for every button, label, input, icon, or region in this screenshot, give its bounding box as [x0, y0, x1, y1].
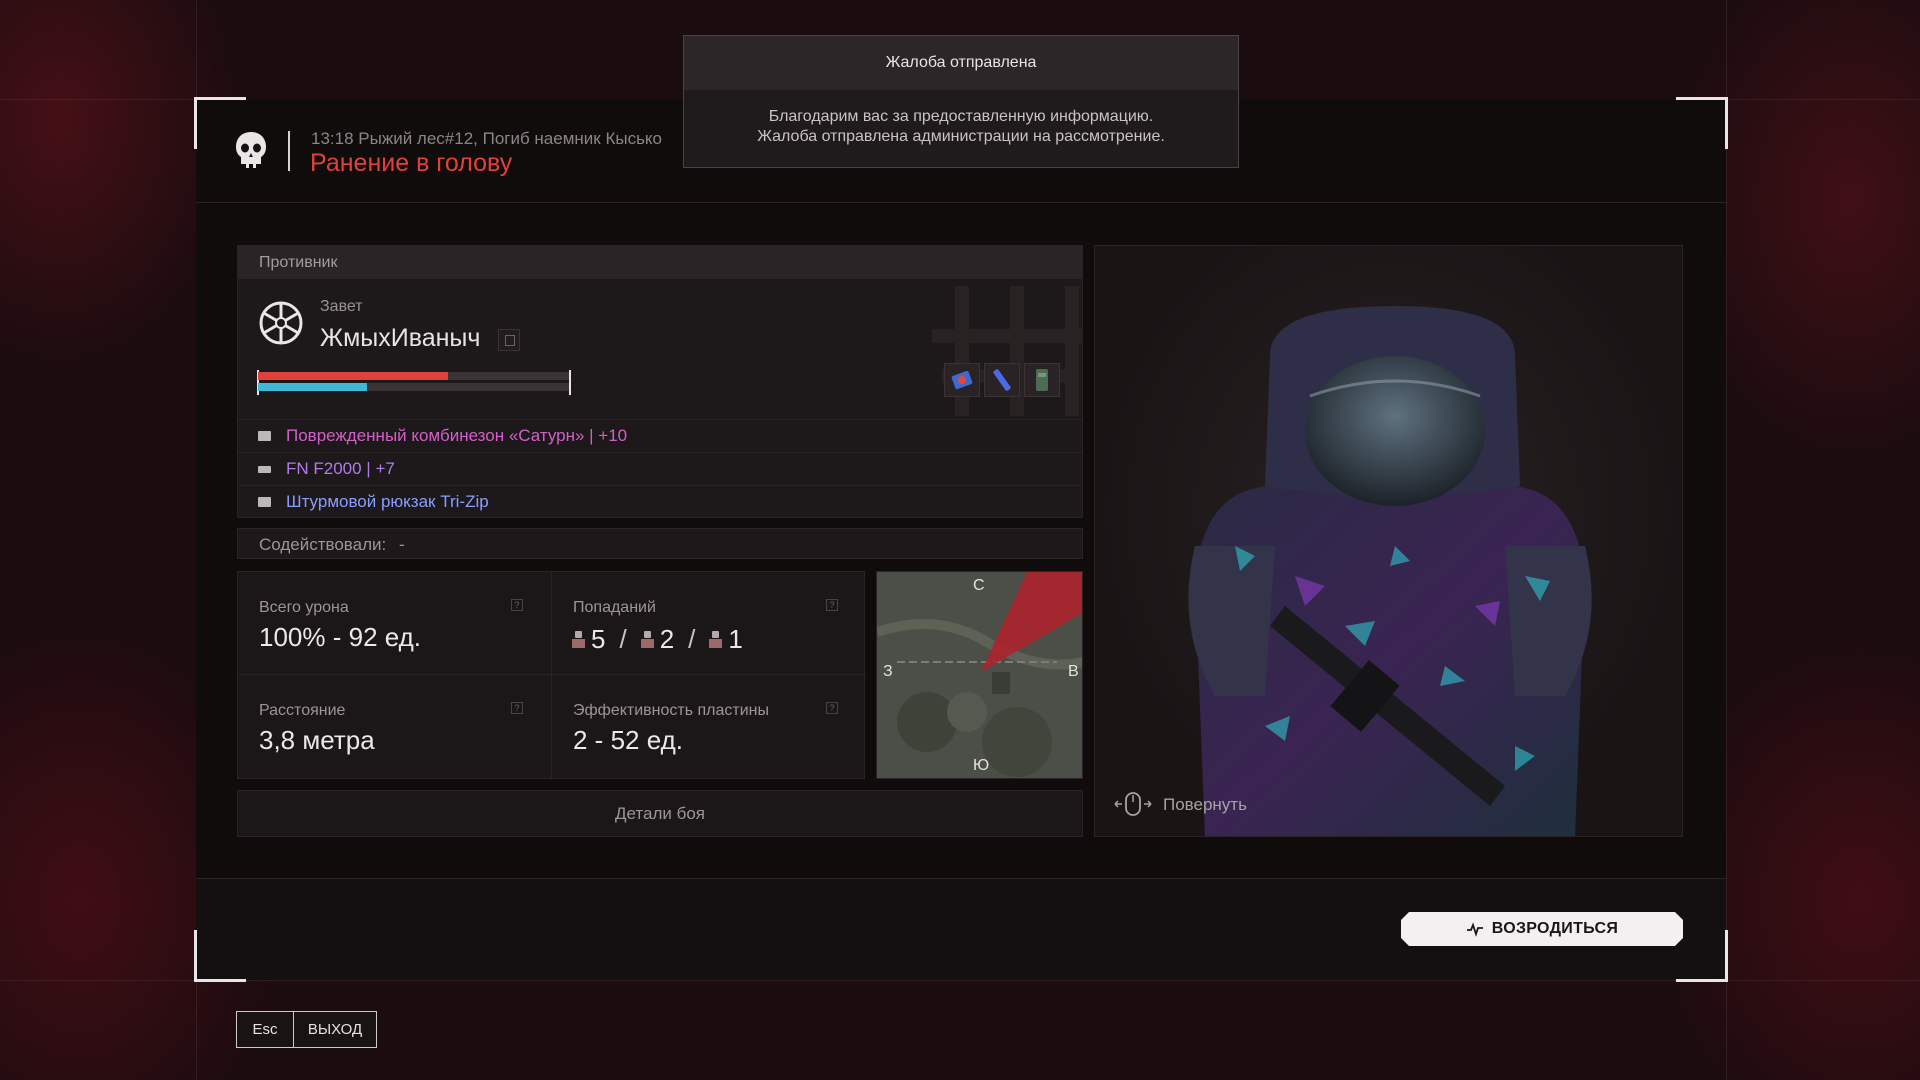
copy-name-button[interactable]: [498, 329, 520, 351]
battle-details-button[interactable]: Детали боя: [237, 790, 1083, 837]
respawn-button[interactable]: ВОЗРОДИТЬСЯ: [1401, 912, 1683, 946]
stat-total-damage: Всего урона ? 100% - 92 ед.: [238, 572, 552, 675]
stat-label: Расстояние: [259, 702, 346, 719]
backpack-icon: [258, 497, 271, 507]
hits-limbs: 1: [728, 624, 743, 654]
head-hit-icon: [572, 631, 585, 648]
equipment-backpack: Штурмовой рюкзак Tri-Zip: [286, 492, 489, 511]
list-item[interactable]: Штурмовой рюкзак Tri-Zip: [238, 485, 1082, 517]
medkit-icon: [944, 363, 980, 397]
hotkey-esc: Esc: [237, 1012, 294, 1047]
quick-slots: [944, 363, 1060, 397]
help-icon[interactable]: ?: [826, 599, 838, 611]
canister-icon: [1024, 363, 1060, 397]
stat-label: Эффективность пластины: [573, 702, 770, 719]
respawn-label: ВОЗРОДИТЬСЯ: [1491, 920, 1619, 937]
compass-east: В: [1068, 663, 1079, 680]
stat-hits: Попаданий ? 5 / 2 / 1: [552, 572, 866, 675]
compass-south: Ю: [973, 757, 990, 774]
stat-distance: Расстояние ? 3,8 метра: [238, 675, 552, 778]
hits-body: 2: [659, 624, 675, 654]
rotate-label: Повернуть: [1163, 795, 1247, 814]
stat-value: 100% - 92 ед.: [259, 622, 422, 652]
limb-hit-icon: [709, 631, 723, 648]
assists-label: Содействовали:: [259, 535, 387, 554]
mouse-drag-icon: [1114, 792, 1152, 816]
frame-corner: [194, 930, 246, 982]
header-divider: [288, 131, 290, 171]
stat-value: 2 - 52 ед.: [573, 725, 683, 755]
body-hit-icon: [640, 631, 654, 648]
help-icon[interactable]: ?: [511, 702, 523, 714]
enemy-panel: Противник Завет ЖмыхИваныч Поврежденный …: [237, 245, 1083, 518]
notification-line: Жалоба отправлена администрации на рассм…: [757, 128, 1165, 145]
stat-label: Всего урона: [259, 599, 349, 616]
hits-head: 5: [591, 624, 606, 654]
assists-value: -: [398, 535, 405, 554]
faction-icon: [259, 301, 303, 345]
respawn-bar: ВОЗРОДИТЬСЯ: [196, 878, 1726, 980]
assists-row: Содействовали: -: [237, 528, 1083, 559]
combat-stats: Всего урона ? 100% - 92 ед. Попаданий ? …: [237, 571, 866, 779]
notification-title: Жалоба отправлена: [684, 36, 1238, 90]
rotate-hint: Повернуть: [1113, 791, 1247, 819]
equipment-armor: Поврежденный комбинезон «Сатурн» | +10: [286, 426, 628, 445]
pulse-icon: [1466, 921, 1484, 937]
compass-west: З: [883, 663, 893, 680]
exit-label: ВЫХОД: [307, 1021, 363, 1038]
exit-button[interactable]: Esc ВЫХОД: [236, 1011, 377, 1048]
death-screen: 13:18 Рыжий лес#12, Погиб наемник Кысько…: [194, 97, 1728, 982]
death-info: 13:18 Рыжий лес#12, Погиб наемник Кысько: [311, 129, 663, 148]
faction-name: Завет: [320, 298, 363, 315]
enemy-player-name: ЖмыхИваныч: [320, 324, 481, 352]
health-bar: [258, 372, 569, 380]
kill-minimap: С Ю З В: [876, 571, 1083, 779]
list-item[interactable]: FN F2000 | +7: [238, 452, 1082, 485]
enemy-status-bars: [257, 370, 571, 395]
enemy-section-title: Противник: [238, 246, 1082, 279]
minimap-terrain: [877, 572, 1082, 778]
enemy-model-viewer[interactable]: Повернуть: [1094, 245, 1683, 837]
stat-plate-efficiency: Эффективность пластины ? 2 - 52 ед.: [552, 675, 866, 778]
armor-icon: [258, 431, 271, 441]
enemy-equipment-list: Поврежденный комбинезон «Сатурн» | +10 F…: [238, 419, 1082, 517]
compass-north: С: [973, 577, 985, 594]
skull-icon: [236, 132, 266, 168]
hits-breakdown: 5 / 2 / 1: [572, 624, 743, 655]
equipment-weapon: FN F2000 | +7: [286, 459, 395, 478]
armor-bar: [258, 383, 569, 391]
notification-line: Благодарим вас за предоставленную информ…: [768, 108, 1154, 125]
stat-label: Попаданий: [573, 599, 656, 616]
report-sent-notification: Жалоба отправлена Благодарим вас за пред…: [683, 35, 1239, 168]
faction-emblem-watermark: [932, 286, 1082, 416]
death-cause: Ранение в голову: [310, 149, 513, 177]
enemy-character-render: [1188, 306, 1592, 836]
stat-value: 3,8 метра: [259, 725, 375, 755]
notification-body: Благодарим вас за предоставленную информ…: [684, 90, 1238, 147]
syringe-icon: [984, 363, 1020, 397]
help-icon[interactable]: ?: [511, 599, 523, 611]
rifle-icon: [258, 465, 271, 473]
help-icon[interactable]: ?: [826, 702, 838, 714]
frame-corner: [1676, 930, 1728, 982]
list-item[interactable]: Поврежденный комбинезон «Сатурн» | +10: [238, 419, 1082, 452]
